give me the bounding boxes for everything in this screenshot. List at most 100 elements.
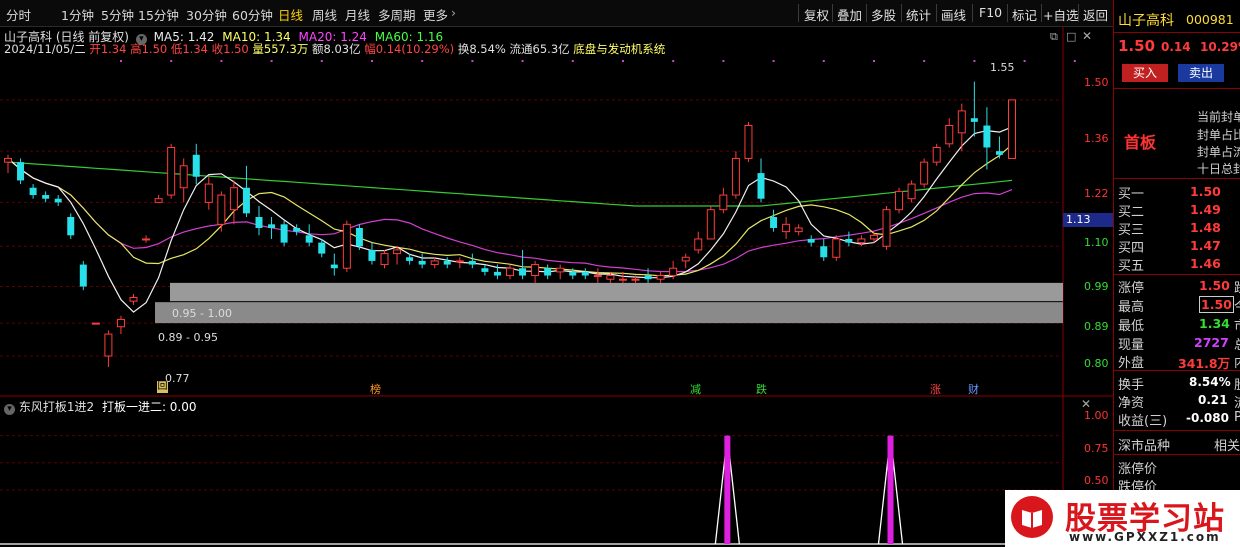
tab-multi-period[interactable]: 多周期 [378,5,416,24]
candle-body [782,223,791,233]
candle-body [455,260,464,263]
tab-more[interactable]: 更多 [423,5,448,24]
candle-body [706,209,715,240]
watermark-url: www.GPXXZ1.com [1069,530,1221,544]
tab-daily[interactable]: 日线 [278,5,303,24]
candle-body [493,271,501,276]
tab-weekly[interactable]: 周线 [312,5,337,24]
tab-60min[interactable]: 60分钟 [232,5,273,24]
candle-body [67,217,75,236]
overlay-button[interactable]: 叠加 [837,5,862,24]
candle-body [995,151,1003,155]
board-line: 封单占比 [1197,128,1240,142]
bid-label: 买一 [1118,187,1145,202]
event-marker-review[interactable]: 回 [157,381,168,393]
stat-suffix: 市 [1234,315,1240,334]
candle-body [280,224,288,243]
bid-label: 买五 [1118,259,1145,274]
candle-body [129,297,138,302]
draw-line-button[interactable]: 画线 [941,5,966,24]
tab-5min[interactable]: 5分钟 [101,5,134,24]
chart-ohlc-line: 2024/11/05/二 开1.34 高1.50 低1.34 收1.50 量55… [4,41,665,57]
candle-body [820,246,828,258]
event-marker-finance[interactable]: 财 [968,381,979,397]
ma20-line [7,158,1013,273]
marker-dot [471,60,474,62]
candle-body [832,238,841,258]
statistics-button[interactable]: 统计 [906,5,931,24]
candle-body [983,125,991,148]
price-axis-label: 1.36 [1084,132,1109,145]
candle-body [418,260,426,265]
maximize-window-icon[interactable]: □ [1066,30,1076,43]
event-marker-rise[interactable]: 涨 [930,381,941,397]
marker-dot [973,60,976,62]
signal-bar [887,435,894,544]
tab-fenshi[interactable]: 分时 [6,5,31,24]
open-price: 开1.34 [89,42,127,56]
candle-body [443,260,451,265]
stat-label: 换手 [1118,378,1145,393]
change-value: 幅0.14(10.29%) [364,42,455,56]
close-window-icon[interactable]: ✕ [1082,29,1092,43]
candle-body [17,162,25,181]
candle-body [342,223,351,269]
candle-body [406,257,414,261]
stat-suffix: 流 [1234,392,1240,411]
candle-body [154,198,163,203]
multi-stock-button[interactable]: 多股 [871,5,896,24]
stat-label: 外盘 [1118,356,1145,371]
indicator-title: 东风打板1进2 [18,400,95,414]
sector-label[interactable]: 深市品种 [1118,435,1170,454]
candle-body [430,260,439,266]
sector-related[interactable]: 相关 [1214,435,1240,454]
candle-body [606,275,615,280]
indicator-chevron-icon[interactable]: ▾ [4,404,15,415]
marker-dot [120,60,122,62]
add-watchlist-button[interactable]: +自选 [1043,5,1078,24]
more-arrow-icon[interactable]: › [451,5,456,20]
divider [972,4,973,22]
bid-label: 买二 [1118,205,1145,220]
zone-lower [155,302,1063,324]
mark-button[interactable]: 标记 [1012,5,1037,24]
marker-dot [371,60,373,62]
tab-1min[interactable]: 1分钟 [61,5,94,24]
event-marker-drop[interactable]: 跌 [756,381,767,397]
stat-value: 1.50 [1199,296,1234,313]
restore-window-icon[interactable]: ⧉ [1050,30,1058,44]
candle-body [4,157,12,163]
marker-dot [822,60,825,62]
back-button[interactable]: 返回 [1083,5,1108,24]
divider [1078,4,1079,22]
kline-chart[interactable] [0,26,1113,547]
quote-panel: 山子高科 000981 1.50 0.14 10.29% 买入 卖出 首板 当前… [1113,0,1240,547]
board-line: 十日总封 [1197,162,1240,176]
candle-body [116,318,125,328]
last-price: 1.50 [1118,37,1156,55]
restore-rights-button[interactable]: 复权 [804,5,829,24]
buy-button[interactable]: 买入 [1122,64,1168,82]
marker-dot [772,60,775,62]
candle-body [531,264,540,277]
candle-body [393,249,402,255]
marker-dot [622,60,624,62]
event-marker-reduce[interactable]: 减 [690,381,701,397]
watermark-logo: 股票学习站 www.GPXXZ1.com [1005,490,1240,547]
bid-label: 买三 [1118,223,1145,238]
bar-date: 2024/11/05/二 [4,42,86,56]
tab-30min[interactable]: 30分钟 [186,5,227,24]
tab-15min[interactable]: 15分钟 [138,5,179,24]
candle-body [757,173,765,199]
tab-monthly[interactable]: 月线 [345,5,370,24]
indicator-axis-label: 1.00 [1084,409,1109,422]
f10-button[interactable]: F10 [979,5,1002,20]
event-marker-list[interactable]: 榜 [370,381,381,397]
indicator-pane [0,435,1063,545]
sell-button[interactable]: 卖出 [1178,64,1224,82]
book-icon [1011,496,1053,538]
divider [1007,4,1008,22]
zone-label-lower: 0.89 - 0.95 [158,331,218,344]
divider [901,4,902,22]
candle-body [204,183,213,203]
